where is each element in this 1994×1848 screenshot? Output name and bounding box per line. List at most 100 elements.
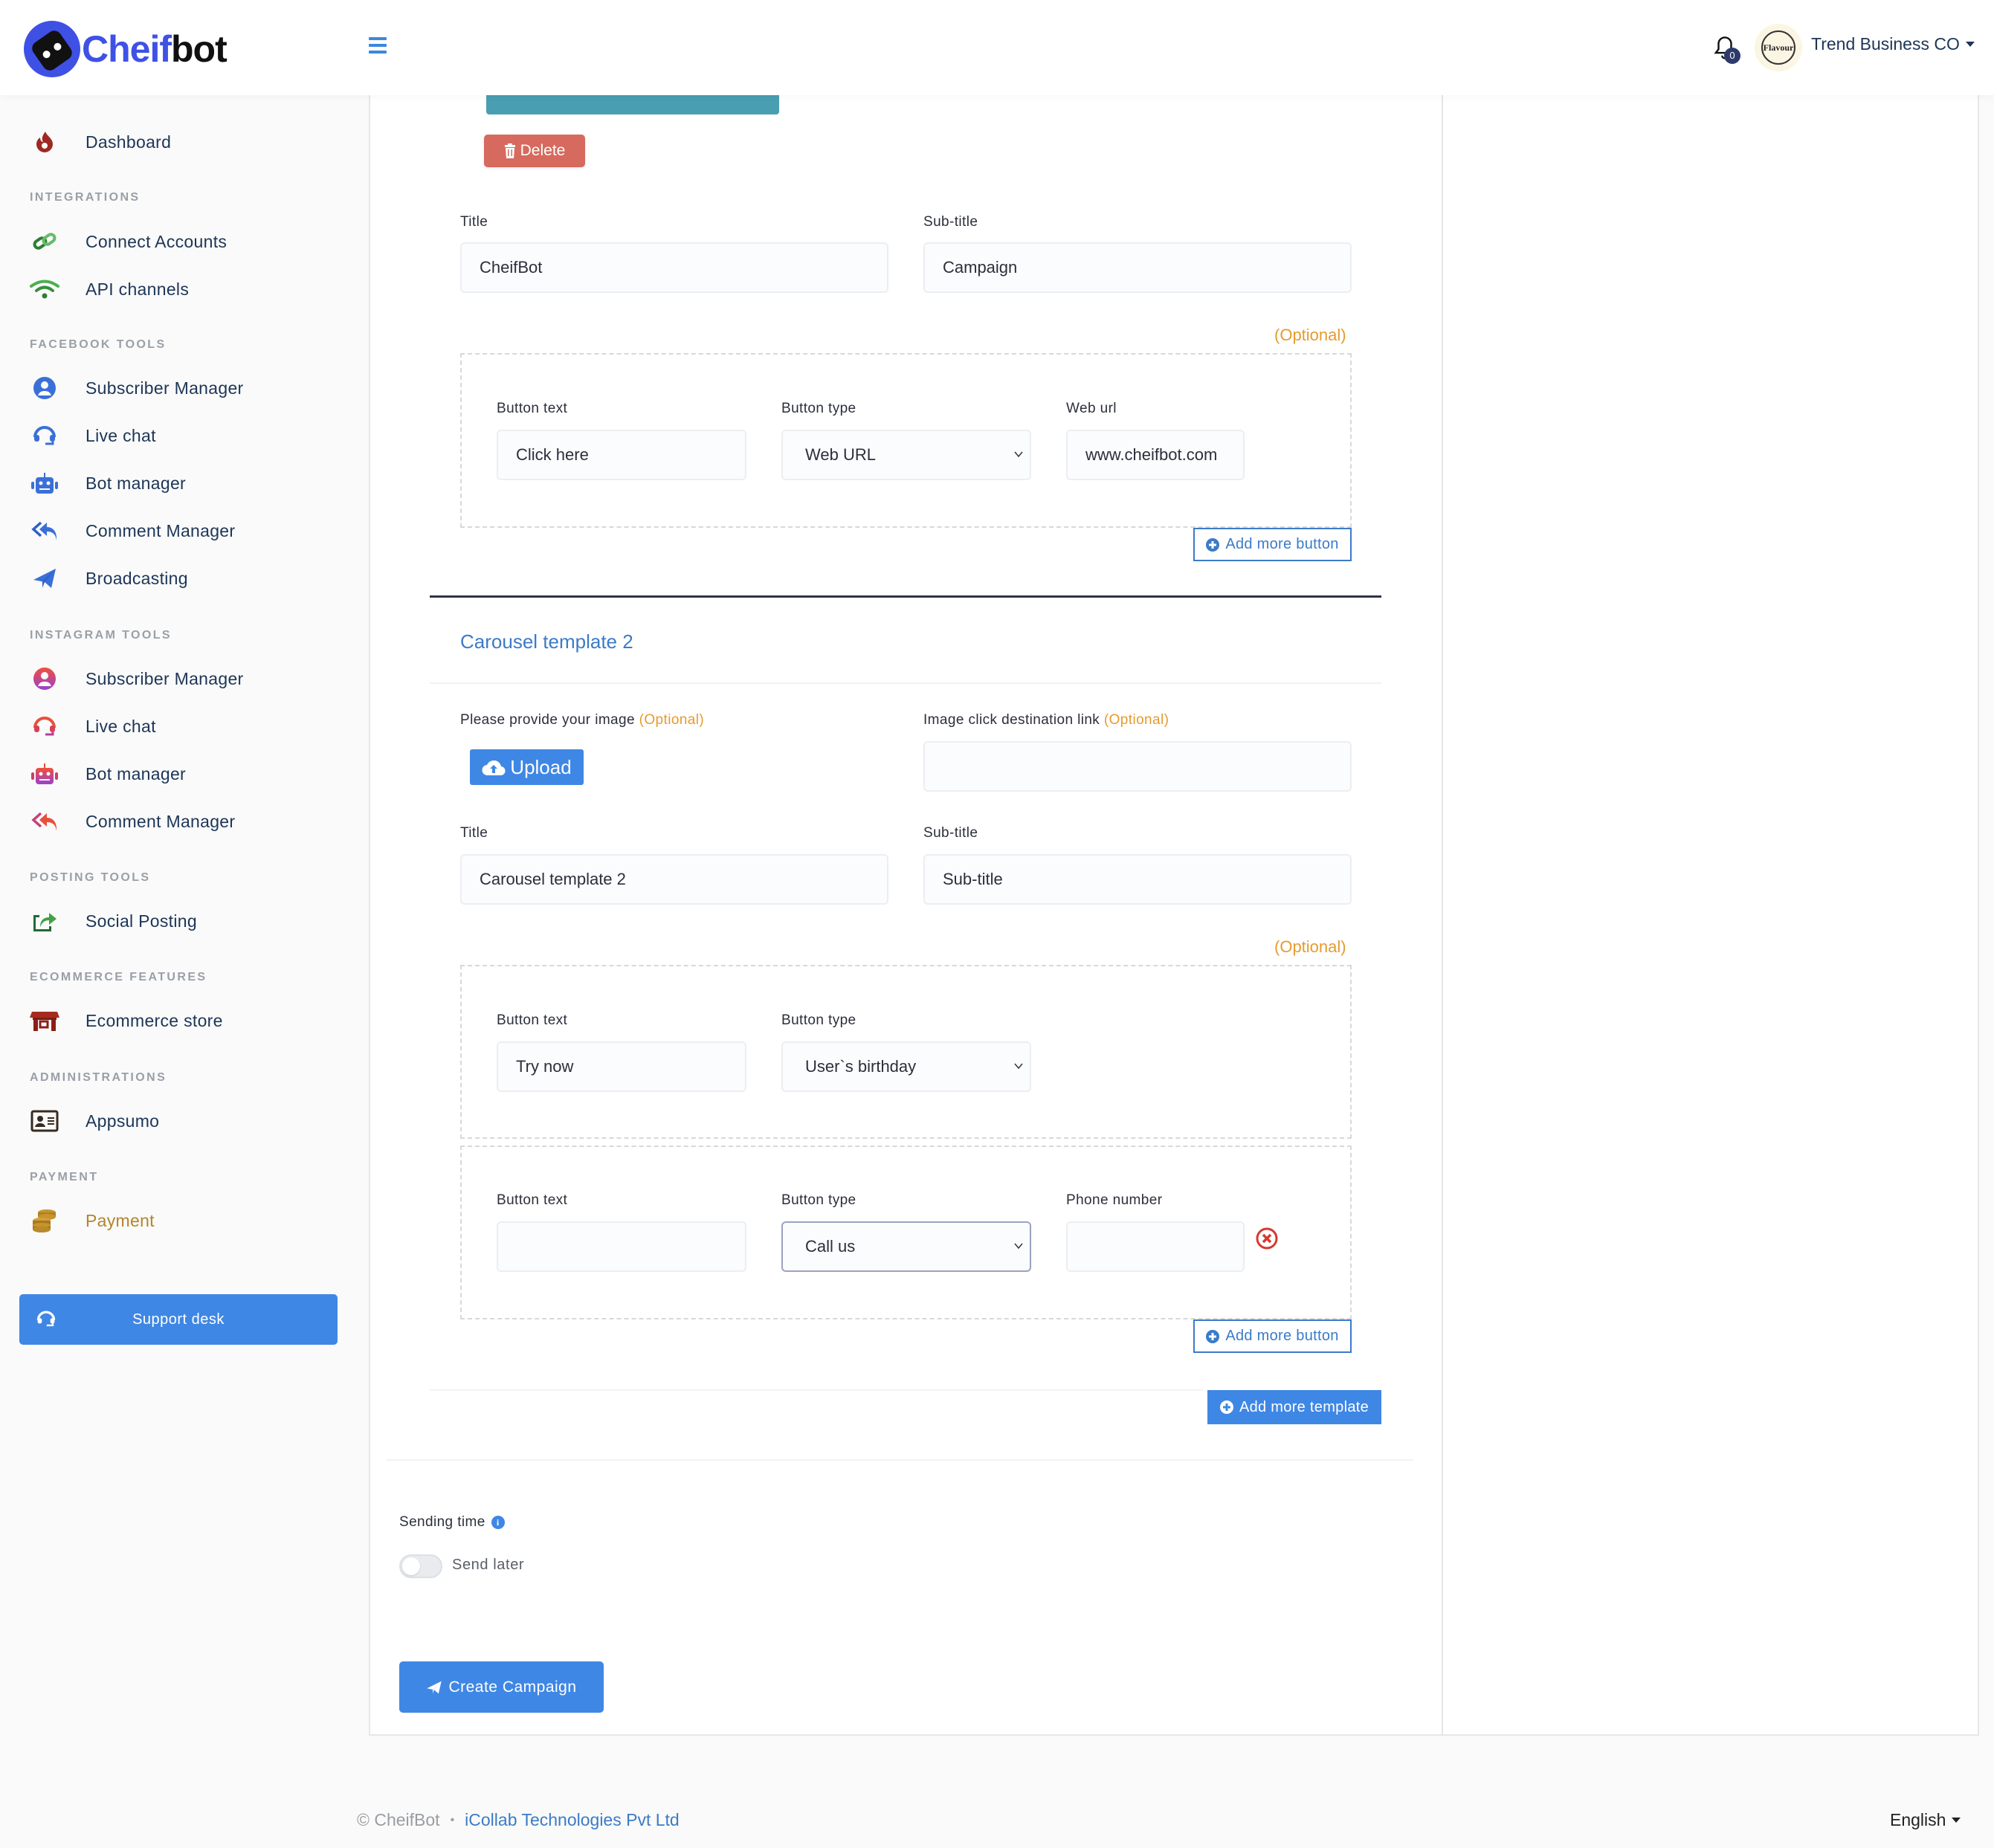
separator: • (450, 1813, 455, 1826)
caret-down-icon (1965, 42, 1975, 47)
subtitle-input[interactable]: Sub-title (923, 854, 1352, 905)
web-url-label: Web url (1066, 401, 1117, 416)
plus-circle-icon (1219, 1400, 1233, 1414)
subtitle-label: Sub-title (923, 825, 978, 841)
delete-image-button[interactable]: Delete (484, 135, 585, 167)
delete-label: Delete (520, 142, 566, 159)
add-more-button[interactable]: Add more button (1193, 1319, 1352, 1353)
section-payment: PAYMENT (30, 1171, 99, 1183)
link-icon (30, 227, 59, 256)
title-input[interactable]: Carousel template 2 (460, 854, 888, 905)
subtitle-label: Sub-title (923, 214, 978, 230)
sidebar-item-fb-live-chat[interactable]: Live chat (0, 415, 367, 456)
title-input[interactable]: CheifBot (460, 242, 888, 293)
info-icon[interactable]: i (491, 1516, 505, 1529)
section-facebook-tools: FACEBOOK TOOLS (30, 338, 167, 351)
sidebar-item-fb-subscriber-manager[interactable]: Subscriber Manager (0, 367, 367, 409)
sidebar-item-label: Subscriber Manager (85, 378, 244, 398)
add-more-button-label: Add more button (1225, 536, 1339, 552)
headset-icon (36, 1309, 57, 1333)
button-type-select[interactable]: User`s birthday (781, 1041, 1031, 1092)
sidebar-item-dashboard[interactable]: Dashboard (0, 121, 367, 163)
section-instagram-tools: INSTAGRAM TOOLS (30, 629, 172, 642)
image-preview-bar (486, 95, 779, 114)
logo[interactable]: Cheifbot (24, 21, 228, 77)
button-text-input[interactable]: Try now (497, 1041, 746, 1092)
sidebar-item-ig-subscriber-manager[interactable]: Subscriber Manager (0, 658, 367, 700)
button-text-label: Button text (497, 1012, 568, 1028)
headset-icon (30, 421, 59, 450)
image-label: Please provide your image (Optional) (460, 712, 705, 728)
company-link[interactable]: iCollab Technologies Pvt Ltd (465, 1810, 680, 1830)
avatar[interactable]: Flavour (1755, 24, 1802, 71)
create-campaign-label: Create Campaign (448, 1678, 577, 1696)
phone-number-input[interactable] (1066, 1221, 1245, 1272)
robot-icon (30, 468, 59, 498)
sidebar-item-label: Appsumo (85, 1111, 160, 1131)
button-type-select[interactable]: Call us (781, 1221, 1031, 1272)
user-menu[interactable]: Trend Business CO (1811, 34, 1975, 54)
sidebar-item-label: Comment Manager (85, 811, 236, 831)
sidebar-item-ig-comment-manager[interactable]: Comment Manager (0, 801, 367, 842)
logo-icon (24, 21, 80, 77)
sidebar-item-fb-comment-manager[interactable]: Comment Manager (0, 510, 367, 552)
add-more-template-button[interactable]: Add more template (1207, 1390, 1381, 1424)
add-more-button[interactable]: Add more button (1193, 528, 1352, 561)
sidebar-item-appsumo[interactable]: Appsumo (0, 1100, 367, 1142)
subtitle-input[interactable]: Campaign (923, 242, 1352, 293)
cloud-upload-icon (482, 760, 506, 776)
section-integrations: INTEGRATIONS (30, 191, 141, 204)
button-text-input[interactable] (497, 1221, 746, 1272)
sidebar-item-social-posting[interactable]: Social Posting (0, 900, 367, 942)
sidebar-item-label: Broadcasting (85, 568, 188, 588)
sidebar-item-api-channels[interactable]: API channels (0, 268, 367, 310)
button-type-select[interactable]: Web URL (781, 430, 1031, 480)
sidebar-item-fb-bot-manager[interactable]: Bot manager (0, 462, 367, 504)
user-circle-icon (30, 373, 59, 403)
sidebar-item-ecommerce-store[interactable]: Ecommerce store (0, 1000, 367, 1041)
notification-badge: 0 (1724, 48, 1740, 64)
section-divider (430, 1389, 1203, 1391)
button-type-value: Web URL (805, 445, 876, 464)
language-selector[interactable]: English (1890, 1810, 1961, 1830)
support-desk-button[interactable]: Support desk (19, 1294, 338, 1345)
user-circle-icon (30, 664, 59, 694)
send-later-label: Send later (452, 1557, 525, 1573)
menu-toggle-icon[interactable] (369, 37, 387, 54)
paper-plane-icon (427, 1681, 442, 1693)
sidebar-item-fb-broadcasting[interactable]: Broadcasting (0, 558, 367, 599)
sidebar-item-label: Bot manager (85, 763, 186, 784)
sidebar-item-ig-live-chat[interactable]: Live chat (0, 705, 367, 747)
language-label: English (1890, 1810, 1946, 1829)
robot-icon (30, 759, 59, 789)
button-type-value: Call us (805, 1237, 856, 1256)
paper-plane-icon (30, 563, 59, 593)
send-later-toggle[interactable] (399, 1554, 442, 1578)
button-text-input[interactable]: Click here (497, 430, 746, 480)
sidebar: Dashboard INTEGRATIONS Connect Accounts … (0, 95, 367, 1848)
reply-all-icon (30, 807, 59, 836)
create-campaign-button[interactable]: Create Campaign (399, 1661, 604, 1713)
sending-time-label: Sending time i (399, 1514, 505, 1531)
add-more-template-label: Add more template (1239, 1398, 1369, 1415)
caret-down-icon (1952, 1818, 1961, 1823)
destination-link-input[interactable] (923, 741, 1352, 792)
sidebar-item-label: Live chat (85, 716, 156, 736)
sidebar-item-connect-accounts[interactable]: Connect Accounts (0, 221, 367, 262)
sidebar-item-ig-bot-manager[interactable]: Bot manager (0, 753, 367, 795)
store-icon (30, 1006, 59, 1036)
section-posting-tools: POSTING TOOLS (30, 871, 151, 884)
button-type-value: User`s birthday (805, 1057, 917, 1076)
carousel-template-heading: Carousel template 2 (460, 630, 633, 653)
sidebar-item-payment[interactable]: Payment (0, 1200, 367, 1241)
sidebar-item-label: Ecommerce store (85, 1010, 223, 1030)
section-administrations: ADMINISTRATIONS (30, 1071, 167, 1084)
sidebar-item-label: Comment Manager (85, 520, 236, 540)
sidebar-item-label: Social Posting (85, 911, 197, 931)
upload-button[interactable]: Upload (470, 749, 584, 785)
template-separator (430, 595, 1381, 598)
chevron-down-icon (1014, 1243, 1023, 1250)
wifi-icon (30, 274, 59, 304)
remove-button-icon[interactable] (1255, 1227, 1279, 1250)
web-url-input[interactable]: www.cheifbot.com (1066, 430, 1245, 480)
